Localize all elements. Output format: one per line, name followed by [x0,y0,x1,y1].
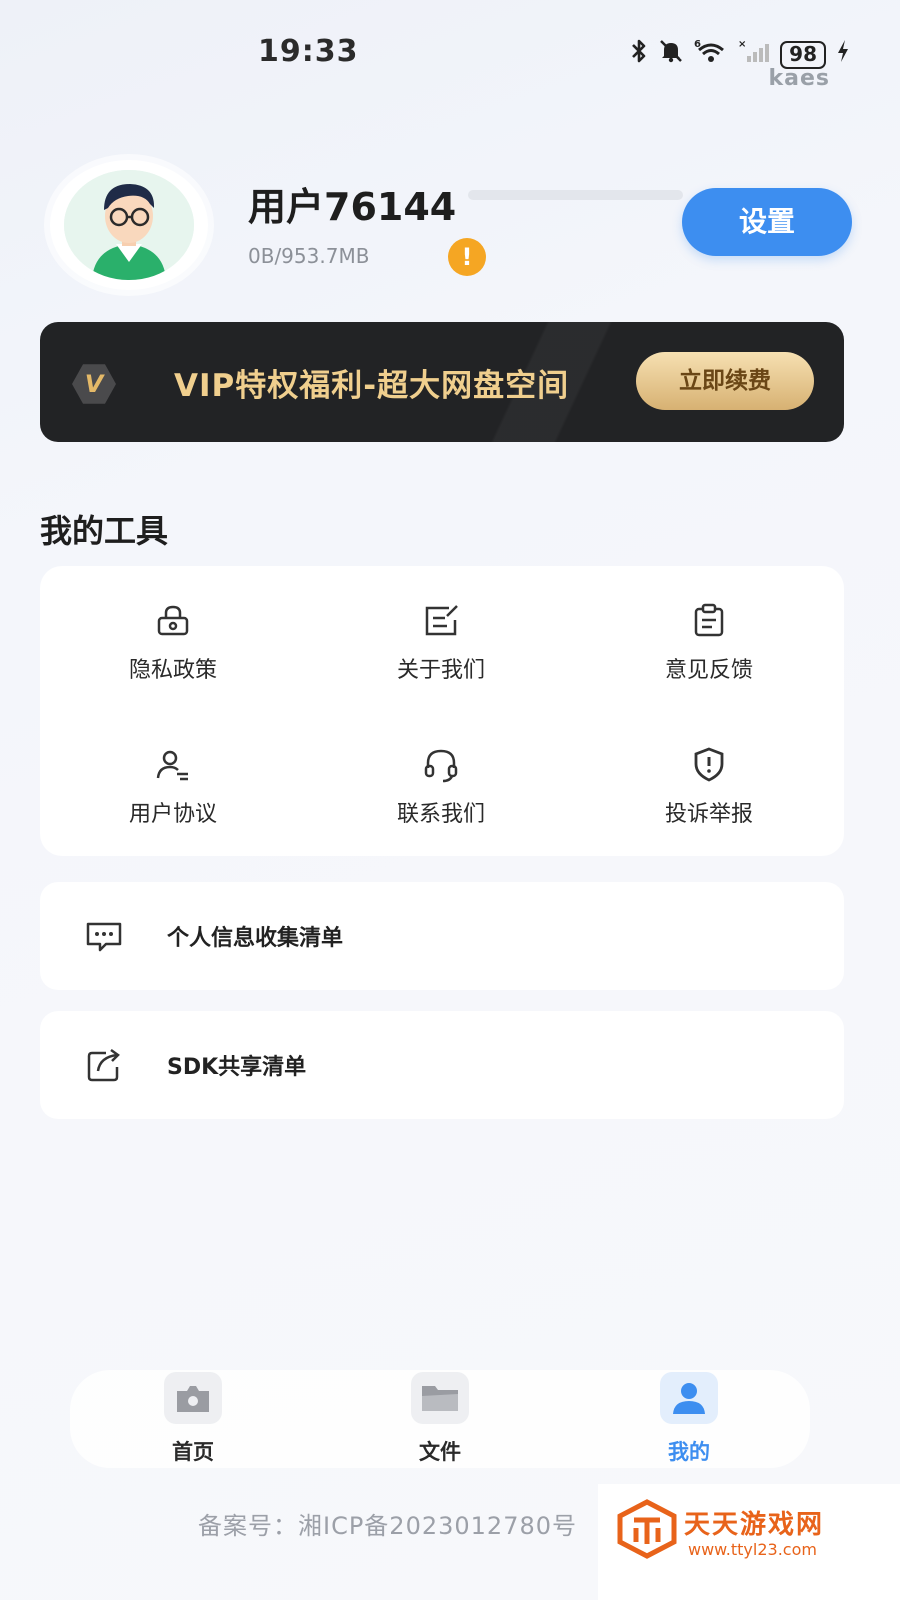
tool-privacy-policy[interactable]: 隐私政策 [73,600,273,710]
tool-label: 投诉举报 [664,802,753,827]
charging-icon [836,38,850,72]
tool-about-us[interactable]: 关于我们 [341,600,541,710]
list-item-personal-info[interactable]: 个人信息收集清单 [40,882,844,990]
folder-icon [411,1372,469,1424]
vip-banner-text: VIP特权福利-超大网盘空间 [174,368,570,404]
brand-mark: kaes [768,66,830,91]
list-item-label: 个人信息收集清单 [167,926,344,951]
watermark-url: www.ttyl23.com [688,1540,817,1559]
renew-button[interactable]: 立即续费 [636,352,814,410]
home-icon [164,1372,222,1424]
tool-contact-us[interactable]: 联系我们 [341,744,541,854]
bluetooth-icon [630,38,648,72]
nav-label: 我的 [668,1440,710,1464]
tools-section-title: 我的工具 [40,512,169,550]
tool-label: 关于我们 [396,658,485,683]
storage-usage: 0B/953.7MB [248,244,370,268]
vip-banner[interactable]: V VIP特权福利-超大网盘空间 立即续费 [40,322,844,442]
settings-button[interactable]: 设置 [682,188,852,256]
chat-dots-icon [86,922,122,952]
lock-icon [157,605,189,636]
person-icon [660,1372,718,1424]
site-watermark: 天天游戏网 www.ttyl23.com [598,1484,900,1600]
icp-record: 备案号：湘ICP备2023012780号 [198,1512,578,1540]
tool-user-agreement[interactable]: 用户协议 [73,744,273,854]
tool-label: 用户协议 [128,802,217,827]
avatar[interactable] [50,160,208,290]
watermark-logo-icon [617,1499,677,1559]
wifi-icon: 6 [694,38,728,72]
nav-files[interactable]: 文件 [385,1372,495,1466]
signal-icon: × [738,38,770,72]
bottom-nav: 首页 文件 我的 [70,1370,810,1468]
status-bar: 19:33 6 × 98 kaes [0,0,900,110]
nav-mine[interactable]: 我的 [634,1372,744,1466]
username: 用户76144 [248,185,457,229]
bell-muted-icon [658,38,684,72]
tools-grid: 隐私政策 关于我们 意见反馈 用户协议 联系我们 投诉举报 [40,566,844,856]
tool-label: 隐私政策 [128,658,217,683]
warning-icon[interactable]: ! [448,238,486,276]
tool-label: 意见反馈 [664,658,753,683]
nav-home[interactable]: 首页 [138,1372,248,1466]
storage-progress-bar [468,190,683,200]
nav-label: 文件 [419,1440,461,1464]
tool-report[interactable]: 投诉举报 [609,744,809,854]
status-time: 19:33 [258,34,359,69]
clipboard-icon [694,603,724,637]
headset-icon [424,749,458,783]
battery-indicator: 98 [780,41,826,69]
edit-note-icon [425,605,458,636]
list-item-sdk-sharing[interactable]: SDK共享清单 [40,1011,844,1119]
vip-badge-icon: V [72,364,116,404]
share-icon [87,1048,120,1082]
nav-label: 首页 [172,1440,214,1464]
svg-text:×: × [738,39,746,50]
profile-header: 用户76144 0B/953.7MB ! 设置 [0,150,900,300]
list-item-label: SDK共享清单 [167,1055,307,1080]
tool-label: 联系我们 [396,802,485,827]
avatar-image [64,170,194,280]
shield-alert-icon [694,747,724,782]
tool-feedback[interactable]: 意见反馈 [609,600,809,710]
user-agreement-icon [156,750,188,781]
watermark-name: 天天游戏网 [684,1510,825,1540]
